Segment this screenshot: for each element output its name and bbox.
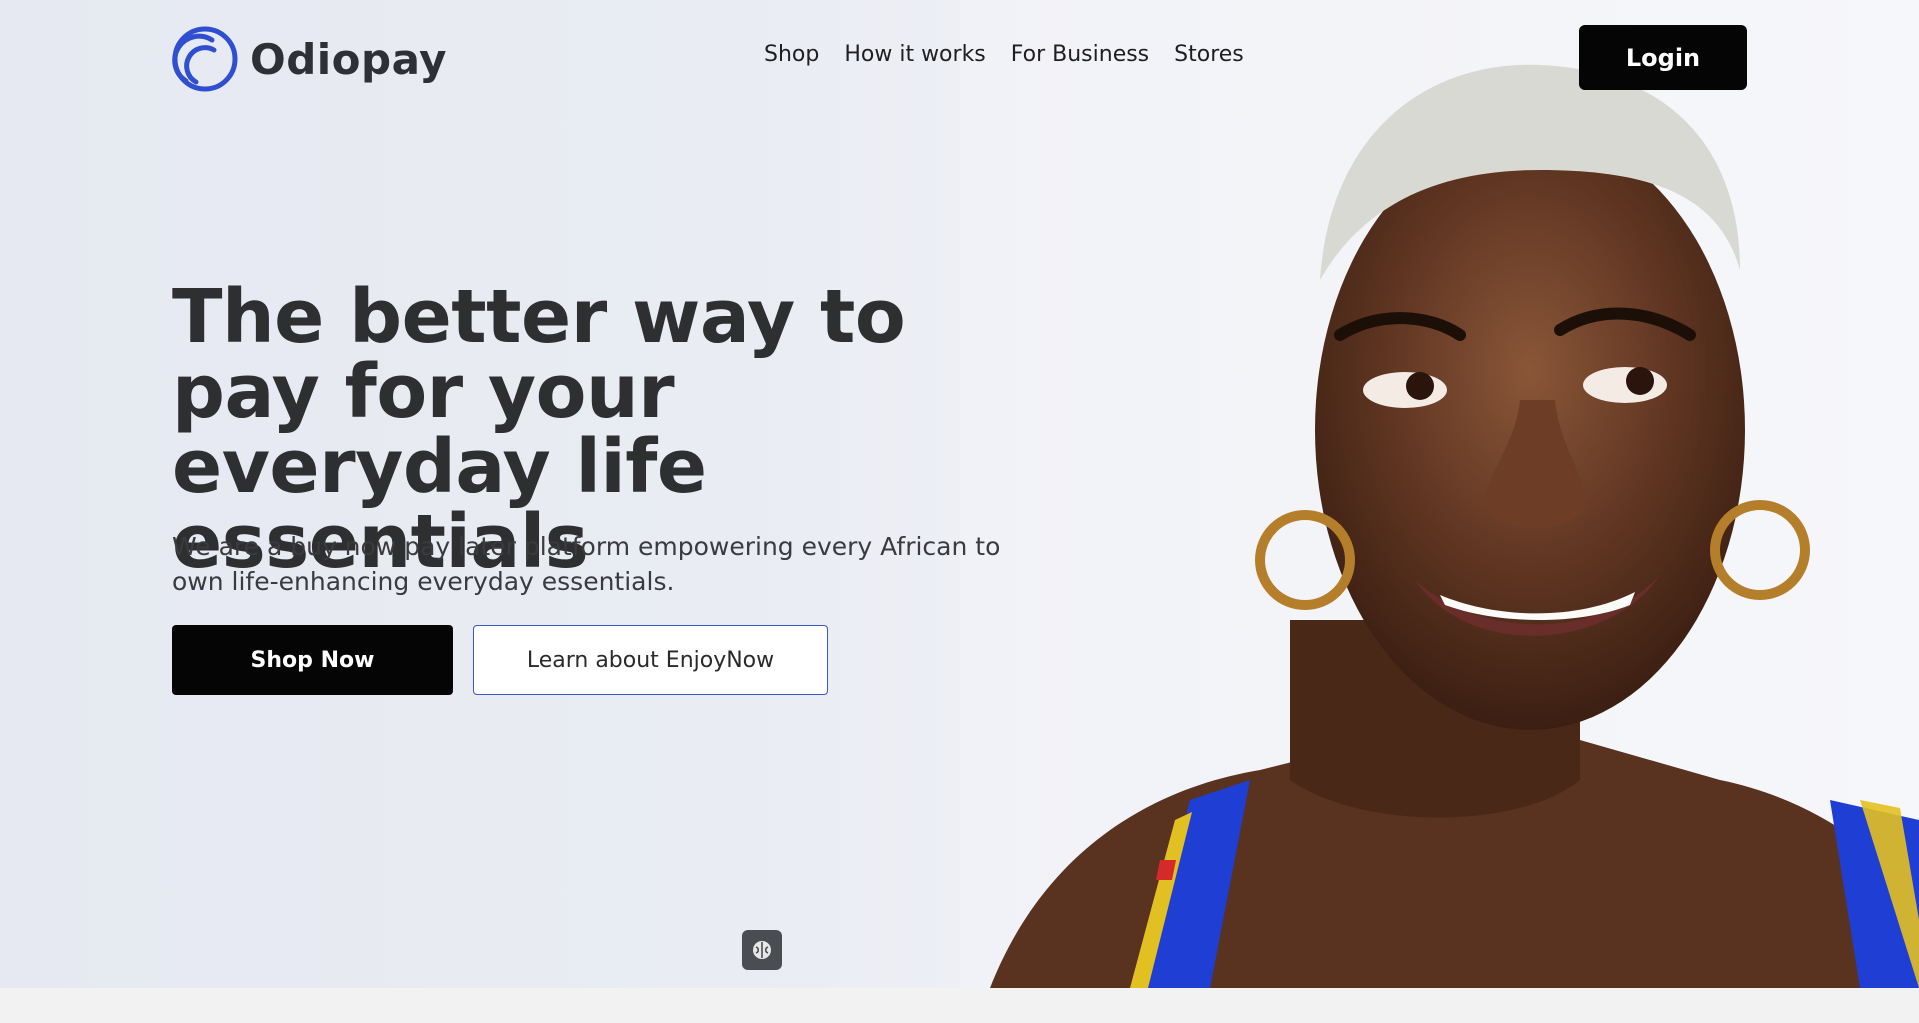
nav-link-how-it-works[interactable]: How it works xyxy=(844,42,985,67)
hero-image xyxy=(960,0,1919,988)
nav-link-stores[interactable]: Stores xyxy=(1174,42,1244,67)
shop-now-button[interactable]: Shop Now xyxy=(172,625,453,695)
floating-widget-button[interactable] xyxy=(742,930,782,970)
login-button[interactable]: Login xyxy=(1579,25,1747,90)
page-bottom-strip xyxy=(0,988,1919,1023)
nav-link-for-business[interactable]: For Business xyxy=(1011,42,1149,67)
brand-logo[interactable]: Odiopay xyxy=(172,26,447,92)
top-navbar: Odiopay Shop How it works For Business S… xyxy=(0,0,1919,120)
hero-subtitle: We are a buy now pay later platform empo… xyxy=(172,532,1001,596)
main-nav: Shop How it works For Business Stores xyxy=(764,42,1269,67)
nav-link-shop[interactable]: Shop xyxy=(764,42,819,67)
brain-icon xyxy=(753,941,771,959)
learn-about-enjoynow-button[interactable]: Learn about EnjoyNow xyxy=(473,625,828,695)
odiopay-logo-icon xyxy=(172,26,238,92)
brand-name: Odiopay xyxy=(250,34,448,84)
